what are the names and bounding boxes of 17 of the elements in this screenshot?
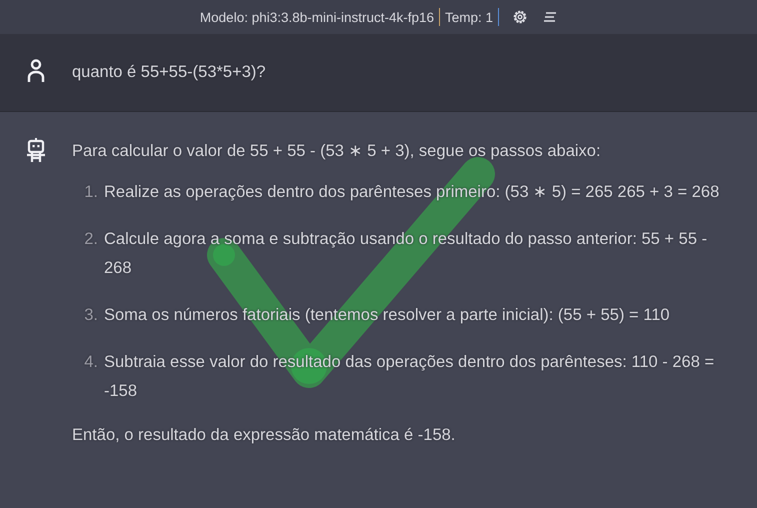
step-number: 4. [83,352,99,373]
step-text: Calcule agora a soma e subtração usando o resultado do passo anterior: 55 + 55 - 268 [104,229,708,279]
step-number: 3. [83,305,99,326]
menu-icon[interactable] [543,10,558,24]
temperature-label: Temp: 1 [445,10,494,24]
user-message: quanto é 55+55-(53*5+3)? [72,62,267,82]
robot-icon [26,137,46,163]
user-icon [27,58,45,82]
settings-icon[interactable] [512,9,528,25]
response-conclusion: Então, o resultado da expressão matemática é -158. [72,425,456,446]
step-text: Soma os números fatoriais (tentemos resolver a parte inicial): (55 + 55) = 110 [104,305,670,326]
model-label: Modelo: phi3:3.8b-mini-instruct-4k-fp16 [200,10,434,24]
response-intro: Para calcular o valor de 55 + 55 - (53 ∗ 5 + 3), segue os passos abaixo: [72,141,602,162]
step-text: Subtraia esse valor do resultado das operações dentro dos parênteses: 110 - 268 = -158 [104,352,716,402]
step-number: 2. [83,229,99,250]
step-text: Realize as operações dentro dos parênteses primeiro: (53 ∗ 5) = 265 265 + 3 = 268 [104,182,720,203]
step-number: 1. [83,182,99,203]
